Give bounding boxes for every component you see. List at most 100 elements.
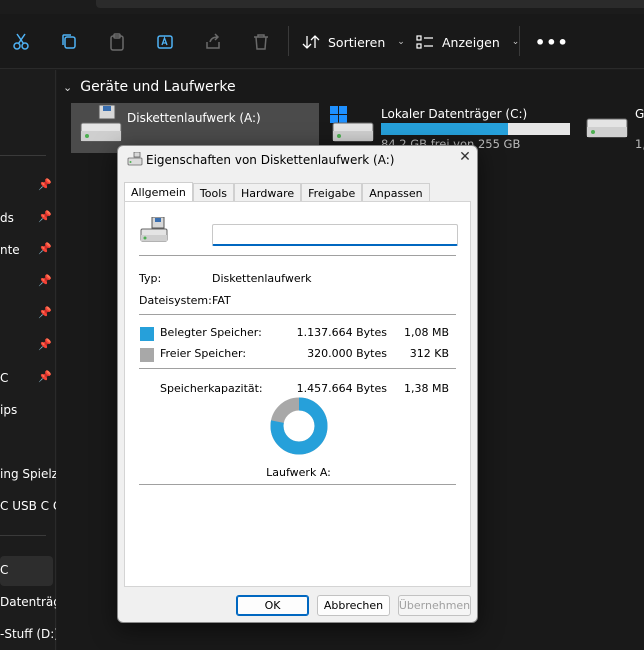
- cut-icon[interactable]: [10, 31, 32, 53]
- apply-button[interactable]: Übernehmen: [398, 595, 471, 616]
- capacity-label: Speicherkapazität:: [160, 382, 263, 395]
- copy-icon[interactable]: [58, 31, 80, 53]
- sidebar-item[interactable]: C USB C C: [0, 492, 56, 522]
- system-drive-icon: [330, 106, 374, 142]
- divider: [139, 368, 456, 369]
- tab-strip: Allgemein Tools Hardware Freigabe Anpass…: [124, 182, 430, 202]
- tab-allgemein[interactable]: Allgemein: [124, 182, 193, 202]
- pin-icon: 📌: [38, 306, 52, 319]
- usage-donut-chart: [270, 397, 328, 455]
- sidebar-item[interactable]: ing Spielze: [0, 460, 56, 490]
- free-space-label: Freier Speicher:: [160, 347, 247, 360]
- used-space-swatch: [140, 327, 154, 341]
- sidebar-item-label: ds: [0, 211, 14, 225]
- capacity-bar-fill: [381, 123, 508, 135]
- used-space-bytes: 1.137.664 Bytes: [296, 326, 387, 339]
- floppy-drive-icon: [140, 217, 168, 242]
- sidebar-item-label: nte: [0, 243, 20, 257]
- filesystem-value: FAT: [212, 294, 231, 307]
- filesystem-label: Dateisystem:: [139, 294, 212, 307]
- cancel-button[interactable]: Abbrechen: [317, 595, 390, 616]
- sidebar-item[interactable]: 📌: [0, 268, 56, 298]
- sidebar-divider: [0, 535, 46, 536]
- type-value: Diskettenlaufwerk: [212, 272, 312, 285]
- more-options-button[interactable]: •••: [535, 33, 569, 52]
- title-bar: [0, 0, 644, 14]
- pin-icon: 📌: [38, 242, 52, 255]
- divider: [139, 255, 456, 256]
- tab-freigabe[interactable]: Freigabe: [301, 183, 363, 202]
- sidebar-item[interactable]: ips: [0, 396, 56, 426]
- drive-name: Diskettenlaufwerk (A:): [127, 111, 261, 125]
- properties-dialog: Eigenschaften von Diskettenlaufwerk (A:)…: [117, 145, 478, 623]
- drive-icon: [586, 118, 628, 138]
- drive-name: G: [635, 107, 644, 121]
- sidebar-item-label: ing Spielze: [0, 467, 56, 481]
- drive-name-input[interactable]: [212, 224, 458, 246]
- type-label: Typ:: [139, 272, 162, 285]
- rename-icon[interactable]: [154, 31, 176, 53]
- free-space-bytes: 320.000 Bytes: [307, 347, 387, 360]
- section-title: Geräte und Laufwerke: [80, 79, 236, 95]
- command-bar: Sortieren ⌄ Anzeigen ⌄ •••: [0, 14, 644, 69]
- pin-icon: 📌: [38, 370, 52, 383]
- chevron-down-icon: ⌄: [63, 80, 73, 94]
- sidebar-item-label: C: [0, 563, 9, 577]
- sidebar-item[interactable]: -Stuff (D:): [0, 620, 56, 650]
- close-button[interactable]: ✕: [456, 149, 474, 167]
- used-space-label: Belegter Speicher:: [160, 326, 262, 339]
- view-button[interactable]: Anzeigen ⌄: [416, 29, 519, 55]
- pin-icon: 📌: [38, 274, 52, 287]
- pin-icon: 📌: [38, 178, 52, 191]
- capacity-bar: [381, 123, 570, 135]
- sidebar-divider: [0, 155, 46, 156]
- tab-tools[interactable]: Tools: [192, 183, 235, 202]
- tab-anpassen[interactable]: Anpassen: [362, 183, 430, 202]
- view-icon: [416, 35, 433, 49]
- sidebar-item[interactable]: 📌: [0, 332, 56, 362]
- sidebar-item-label: ips: [0, 403, 18, 417]
- share-icon[interactable]: [202, 31, 224, 53]
- used-space-size: 1,08 MB: [403, 326, 449, 339]
- sort-button[interactable]: Sortieren ⌄: [302, 29, 405, 55]
- sidebar-item-label: C USB C C: [0, 499, 56, 513]
- sidebar-item-label: Datenträg: [0, 595, 56, 609]
- pin-icon: 📌: [38, 338, 52, 351]
- sidebar-item[interactable]: C 📌: [0, 364, 56, 394]
- floppy-drive-icon: [80, 105, 122, 142]
- sort-label: Sortieren: [328, 34, 386, 50]
- view-label: Anzeigen: [442, 34, 500, 50]
- paste-icon[interactable]: [106, 31, 128, 53]
- sidebar-item[interactable]: nte 📌: [0, 236, 56, 266]
- divider: [139, 314, 456, 315]
- drive-name: Lokaler Datenträger (C:): [381, 107, 528, 121]
- sidebar-item-label: -Stuff (D:): [0, 627, 56, 641]
- dialog-title: Eigenschaften von Diskettenlaufwerk (A:): [146, 153, 395, 167]
- toolbar-separator: [288, 26, 289, 56]
- tab-hardware[interactable]: Hardware: [234, 183, 302, 202]
- sidebar-item[interactable]: Datenträg: [0, 588, 56, 618]
- chevron-down-icon: ⌄: [397, 37, 405, 47]
- drive-free-space: 1,: [635, 137, 644, 151]
- free-space-swatch: [140, 348, 154, 362]
- divider: [139, 484, 456, 485]
- ok-button[interactable]: OK: [236, 595, 309, 616]
- drive-tile-g[interactable]: G 1,: [585, 103, 644, 155]
- sidebar-item-label: C: [0, 371, 9, 385]
- floppy-drive-icon: [127, 152, 143, 166]
- delete-icon[interactable]: [250, 31, 272, 53]
- sidebar-item[interactable]: 📌: [0, 172, 56, 202]
- section-header[interactable]: ⌄ Geräte und Laufwerke: [63, 79, 236, 95]
- sidebar-item[interactable]: ds 📌: [0, 204, 56, 234]
- pin-icon: 📌: [38, 210, 52, 223]
- free-space-size: 312 KB: [409, 347, 449, 360]
- sidebar-item-this-pc[interactable]: C: [0, 556, 53, 586]
- toolbar-separator: [519, 26, 520, 56]
- capacity-size: 1,38 MB: [403, 382, 449, 395]
- address-bar[interactable]: [96, 0, 644, 8]
- drive-letter-label: Laufwerk A:: [266, 466, 331, 479]
- navigation-pane: 📌 ds 📌 nte 📌 📌 📌 📌 C 📌 ips ing Spielze C…: [0, 70, 56, 650]
- sidebar-item[interactable]: 📌: [0, 300, 56, 330]
- general-panel: Typ: Diskettenlaufwerk Dateisystem: FAT …: [124, 201, 471, 587]
- sort-icon: [302, 35, 320, 49]
